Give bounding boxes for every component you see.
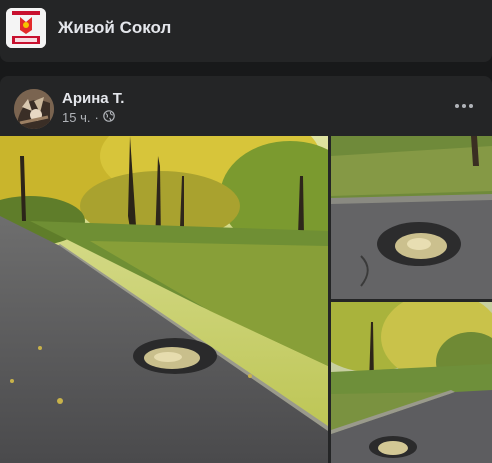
post-card: Арина Т. 15 ч. ·: [0, 76, 492, 463]
post-photo-1[interactable]: [0, 136, 328, 463]
more-options-button[interactable]: [450, 96, 478, 116]
post-time[interactable]: 15 ч.: [62, 110, 90, 125]
author-name[interactable]: Арина Т.: [62, 90, 124, 107]
post-photo-3[interactable]: [331, 302, 492, 463]
globe-icon: [103, 110, 115, 125]
group-header: Живой Сокол: [0, 0, 492, 62]
meta-separator: ·: [94, 110, 99, 125]
author-avatar[interactable]: [14, 89, 54, 129]
group-name[interactable]: Живой Сокол: [58, 18, 171, 38]
post-photo-2[interactable]: [331, 136, 492, 299]
more-options-icon: [455, 104, 473, 108]
post-meta: 15 ч. ·: [62, 110, 115, 125]
group-logo-icon[interactable]: [6, 8, 46, 48]
